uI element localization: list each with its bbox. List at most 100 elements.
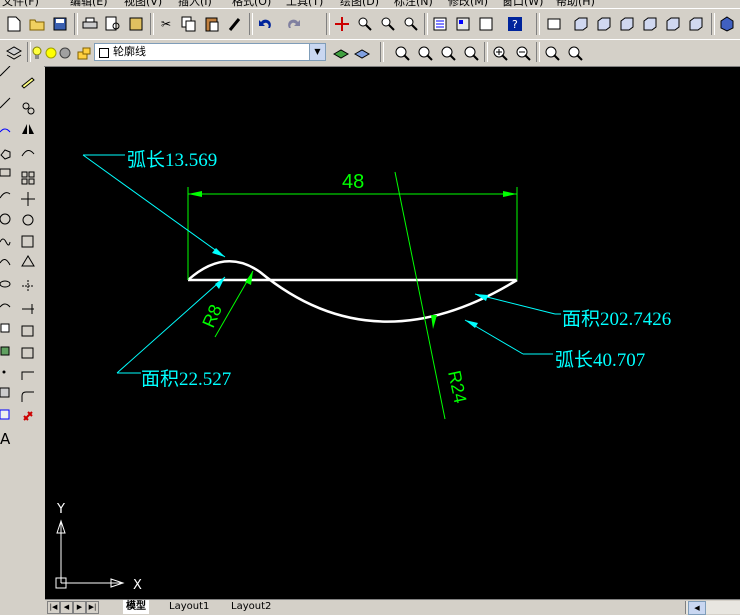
print-icon[interactable] bbox=[80, 14, 100, 34]
scale-icon bbox=[21, 235, 34, 248]
insert-block-icon bbox=[0, 323, 10, 333]
layers-toolbar: 轮廓线 ▼ bbox=[0, 39, 740, 67]
zoom-in-icon[interactable] bbox=[490, 43, 510, 63]
next-tab-icon[interactable]: ▶ bbox=[73, 601, 86, 614]
tab-layout1[interactable]: Layout1 bbox=[169, 600, 209, 614]
menu-insert[interactable]: 插入(I) bbox=[178, 0, 212, 8]
layer-previous-icon[interactable] bbox=[352, 43, 372, 63]
rotate-icon bbox=[22, 214, 34, 226]
layer-dropdown[interactable]: 轮廓线 ▼ bbox=[94, 43, 326, 61]
offset-icon bbox=[21, 150, 35, 157]
pline-icon bbox=[0, 128, 11, 133]
arc-small-area-text: 面积22.527 bbox=[141, 368, 231, 390]
polygon-icon bbox=[0, 149, 11, 160]
design-center-icon[interactable] bbox=[453, 14, 473, 34]
explode-icon bbox=[23, 411, 33, 421]
svg-text:?: ? bbox=[512, 18, 518, 31]
spline-icon bbox=[0, 259, 11, 266]
trim-icon bbox=[22, 280, 34, 292]
zoom-scale-icon[interactable] bbox=[438, 43, 458, 63]
zoom-all-icon[interactable] bbox=[542, 43, 562, 63]
bulb-icon[interactable] bbox=[30, 43, 44, 63]
hatch-icon bbox=[0, 387, 10, 398]
zoom-center-icon[interactable] bbox=[461, 43, 481, 63]
view-top-icon[interactable] bbox=[571, 14, 591, 34]
prev-tab-icon[interactable]: ◀ bbox=[60, 601, 73, 614]
extend-icon bbox=[22, 304, 34, 314]
menu-view[interactable]: 视图(V) bbox=[124, 0, 162, 8]
view-bottom-icon[interactable] bbox=[594, 14, 614, 34]
layer-manager-icon[interactable] bbox=[4, 43, 24, 63]
standard-toolbar: ✂ ? bbox=[0, 8, 740, 40]
make-current-icon[interactable] bbox=[331, 43, 351, 63]
menu-dimension[interactable]: 标注(N) bbox=[394, 0, 433, 8]
menu-format[interactable]: 格式(O) bbox=[232, 0, 271, 8]
tool-palette-icon[interactable] bbox=[476, 14, 496, 34]
view-left-icon[interactable] bbox=[617, 14, 637, 34]
arc-profile bbox=[187, 260, 518, 323]
r8-text: R8 bbox=[198, 301, 226, 330]
ucs-x-label: X bbox=[133, 578, 142, 593]
tab-layout2[interactable]: Layout2 bbox=[231, 600, 271, 614]
undo-icon[interactable] bbox=[255, 14, 275, 34]
dim-linear-text: 48 bbox=[342, 171, 364, 193]
view-back-icon[interactable] bbox=[686, 14, 706, 34]
matchprop-icon[interactable] bbox=[225, 14, 245, 34]
tab-model[interactable]: 模型 bbox=[123, 600, 149, 614]
dim-arrow-right bbox=[503, 191, 517, 197]
chevron-down-icon[interactable]: ▼ bbox=[309, 44, 325, 60]
ucs-icon[interactable] bbox=[544, 14, 564, 34]
paste-icon[interactable] bbox=[202, 14, 222, 34]
lock-icon[interactable] bbox=[76, 43, 92, 63]
menu-edit[interactable]: 编辑(E) bbox=[70, 0, 108, 8]
new-icon[interactable] bbox=[4, 14, 24, 34]
table-icon bbox=[0, 409, 10, 420]
point-icon bbox=[2, 370, 6, 374]
shade-icon[interactable] bbox=[717, 14, 737, 34]
zoom-window-icon[interactable] bbox=[378, 14, 398, 34]
properties-icon[interactable] bbox=[430, 14, 450, 34]
color-icon[interactable] bbox=[58, 43, 72, 63]
zoom-previous-icon[interactable] bbox=[401, 14, 421, 34]
cut-icon[interactable]: ✂ bbox=[156, 14, 176, 34]
copy-obj-icon bbox=[22, 102, 30, 110]
move-icon bbox=[21, 192, 35, 206]
help-icon[interactable]: ? bbox=[505, 14, 525, 34]
zoom-realtime-icon[interactable] bbox=[355, 14, 375, 34]
toolbar-icons: A bbox=[0, 66, 35, 446]
erase-icon bbox=[21, 77, 35, 89]
last-tab-icon[interactable]: ▶| bbox=[86, 601, 99, 614]
drawing-canvas[interactable]: 48 R8 R24 弧长13.569 面积22.527 面积202.7426 弧… bbox=[45, 67, 740, 599]
zoom-dynamic-icon[interactable] bbox=[415, 43, 435, 63]
zoom-extents-icon[interactable] bbox=[565, 43, 585, 63]
layer-color-swatch bbox=[99, 48, 109, 58]
menu-help[interactable]: 帮助(H) bbox=[556, 0, 595, 8]
view-right-icon[interactable] bbox=[640, 14, 660, 34]
redo-icon[interactable] bbox=[284, 14, 304, 34]
menu-file[interactable]: 文件(F) bbox=[2, 0, 39, 8]
sun-icon[interactable] bbox=[44, 43, 58, 63]
first-tab-icon[interactable]: |◀ bbox=[47, 601, 60, 614]
save-icon[interactable] bbox=[50, 14, 70, 34]
publish-icon[interactable] bbox=[126, 14, 146, 34]
rectangle-icon bbox=[0, 168, 11, 177]
open-icon[interactable] bbox=[27, 14, 47, 34]
menu-tools[interactable]: 工具(T) bbox=[286, 0, 323, 8]
menu-window[interactable]: 窗口(W) bbox=[502, 0, 543, 8]
menu-draw[interactable]: 绘图(D) bbox=[340, 0, 379, 8]
preview-icon[interactable] bbox=[103, 14, 123, 34]
menu-modify[interactable]: 修改(M) bbox=[448, 0, 488, 8]
scroll-left-icon[interactable]: ◀ bbox=[688, 601, 706, 615]
break-icon bbox=[21, 347, 34, 359]
zoom-out-icon[interactable] bbox=[513, 43, 533, 63]
pan-icon[interactable] bbox=[332, 14, 352, 34]
view-front-icon[interactable] bbox=[663, 14, 683, 34]
arc-small-length-text: 弧长13.569 bbox=[127, 149, 217, 171]
arc-icon bbox=[0, 192, 11, 199]
copy-icon[interactable] bbox=[179, 14, 199, 34]
ucs-y-label: Y bbox=[56, 502, 65, 517]
ellipse-arc-icon bbox=[0, 303, 11, 308]
stretch-icon bbox=[21, 255, 35, 267]
zoom-window2-icon[interactable] bbox=[392, 43, 412, 63]
horizontal-scrollbar[interactable]: ◀ bbox=[685, 601, 740, 615]
